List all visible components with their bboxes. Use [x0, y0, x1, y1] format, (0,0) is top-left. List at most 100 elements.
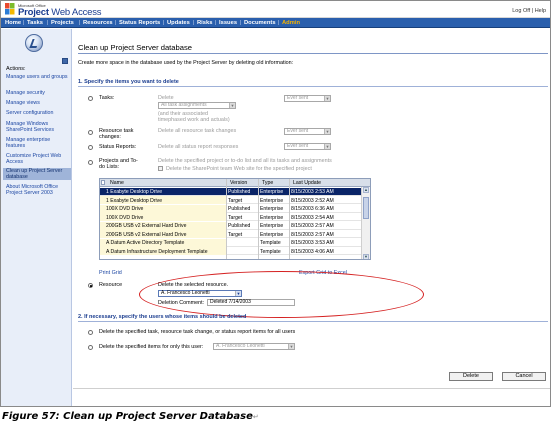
cell-version: Target: [228, 214, 243, 221]
resource-changes-label: Resource task changes:: [99, 128, 134, 140]
section-1-divider: [78, 86, 548, 87]
sidebar-item-clean-up-database[interactable]: Clean up Project Server database: [3, 168, 71, 180]
chevron-down-icon: ▼: [324, 96, 330, 101]
sidebar-item-about[interactable]: About Microsoft Office Project Server 20…: [6, 184, 68, 196]
nav-status-reports[interactable]: Status Reports: [119, 20, 160, 26]
grid-header-name[interactable]: Name: [110, 180, 124, 186]
sidebar-item-manage-sharepoint[interactable]: Manage Windows SharePoint Services: [6, 121, 68, 133]
nav-separator: |: [47, 19, 49, 26]
delete-sharepoint-site-label: Delete the SharePoint team Web site for …: [166, 166, 312, 172]
status-reports-label: Status Reports:: [99, 144, 137, 150]
intro-text: Create more space in the database used b…: [78, 60, 294, 66]
section-2-heading: 2. If necessary, specify the users whose…: [78, 314, 247, 320]
figure-caption: Figure 57: Clean up Project Server Datab…: [2, 411, 259, 422]
nav-separator: |: [193, 19, 195, 26]
table-row[interactable]: A Datum Active Directory Template Templa…: [100, 238, 362, 247]
sidebar-item-manage-views[interactable]: Manage views: [6, 100, 68, 106]
tasks-note: (and their associated timephased work an…: [158, 111, 230, 123]
cell-name: 100X DVD Drive: [106, 214, 144, 221]
grid-select-all-checkbox[interactable]: [101, 180, 105, 185]
sidebar-item-enterprise-features[interactable]: Manage enterprise features: [6, 137, 68, 149]
status-reports-desc: Delete all status report responses: [158, 144, 239, 150]
status-reports-ever-sent-select[interactable]: Ever sent ▼: [284, 143, 331, 150]
only-user-select[interactable]: A. Francesco Leonetti ▼: [213, 343, 295, 350]
cell-type: Enterprise: [260, 214, 284, 221]
table-row[interactable]: A Datum Infrastructure Deployment Templa…: [100, 247, 362, 256]
log-off-link[interactable]: Log Off: [512, 8, 530, 14]
cell-type: Enterprise: [260, 231, 284, 238]
help-link[interactable]: Help: [535, 8, 546, 14]
print-grid-link[interactable]: Print Grid: [99, 270, 122, 276]
brand-product: Web Access: [48, 7, 102, 18]
nav-admin[interactable]: Admin: [282, 20, 300, 26]
chevron-down-icon: ▼: [229, 103, 235, 108]
cell-type: Enterprise: [260, 223, 284, 229]
nav-risks[interactable]: Risks: [197, 20, 212, 26]
resource-radio[interactable]: [88, 283, 93, 288]
sidebar-item-server-configuration[interactable]: Server configuration: [6, 110, 68, 116]
cell-version: Target: [228, 231, 243, 238]
table-row[interactable]: 1 Exabyte Desktop Drive Published Enterp…: [100, 187, 362, 196]
only-user-label: Delete the specified items for only this…: [99, 344, 204, 350]
table-row[interactable]: 200GB USB v2 External Hard Drive Target …: [100, 230, 362, 239]
nav-projects[interactable]: Projects: [51, 20, 74, 26]
page-title: Clean up Project Server database: [78, 43, 192, 52]
resource-changes-radio[interactable]: [88, 130, 93, 135]
project-server-logo-icon: [25, 34, 43, 52]
nav-documents[interactable]: Documents: [244, 20, 276, 26]
cell-last-update: 8/15/2003 6:36 AM: [291, 206, 334, 212]
cell-name: 200GB USB v2 External Hard Drive: [106, 231, 187, 238]
nav-separator: |: [215, 19, 217, 26]
nav-issues[interactable]: Issues: [219, 20, 237, 26]
grid-header-version[interactable]: Version: [230, 180, 247, 186]
paragraph-mark: ↵: [252, 413, 259, 421]
only-user-radio[interactable]: [88, 345, 93, 350]
section-1-heading: 1. Specify the items you want to delete: [78, 79, 179, 85]
nav-home[interactable]: Home: [5, 20, 21, 26]
cell-type: Enterprise: [260, 197, 284, 204]
nav-separator: |: [163, 19, 165, 26]
grid-column-divider: [226, 179, 227, 259]
resource-label: Resource: [99, 282, 123, 288]
tasks-delete-label: Delete: [158, 95, 174, 101]
only-user-select-value: A. Francesco Leonetti: [216, 343, 265, 349]
nav-resources[interactable]: Resources: [83, 20, 113, 26]
cell-version: Published: [228, 223, 251, 229]
scroll-up-arrow-icon[interactable]: ▲: [363, 187, 369, 193]
table-row[interactable]: 100X DVD Drive Target Enterprise 8/15/20…: [100, 213, 362, 222]
table-row[interactable]: 200GB USB v2 External Hard Drive Publish…: [100, 221, 362, 230]
delete-button[interactable]: Delete: [449, 372, 493, 381]
cancel-button[interactable]: Cancel: [502, 372, 546, 381]
grid-scrollbar[interactable]: ▲ ▼: [361, 187, 370, 259]
nav-updates[interactable]: Updates: [167, 20, 190, 26]
tasks-ever-sent-select[interactable]: Ever sent ▼: [284, 95, 331, 102]
sidebar-item-manage-users[interactable]: Manage users and groups: [6, 74, 68, 80]
main-content: Clean up Project Server database Create …: [73, 29, 550, 406]
projects-radio[interactable]: [88, 160, 93, 165]
grid-header-last-update[interactable]: Last Update: [293, 180, 321, 186]
table-row[interactable]: 1 Exabyte Desktop Drive Target Enterpris…: [100, 196, 362, 205]
resource-changes-desc: Delete all resource task changes: [158, 128, 237, 134]
resource-changes-ever-sent-select[interactable]: Ever sent ▼: [284, 128, 331, 135]
all-users-radio[interactable]: [88, 330, 93, 335]
sidebar-item-customize-pwa[interactable]: Customize Project Web Access: [6, 153, 68, 165]
scroll-down-arrow-icon[interactable]: ▼: [363, 254, 369, 259]
tasks-radio[interactable]: [88, 96, 93, 101]
projects-grid[interactable]: Name Version Type Last Update 1 Exabyte …: [99, 178, 371, 260]
collapse-sidebar-button[interactable]: [62, 58, 68, 64]
screenshot-frame: Microsoft Office Project Web Access Log …: [0, 0, 551, 407]
logo-mark: [29, 39, 40, 48]
nav-separator: |: [23, 19, 25, 26]
sidebar-item-manage-security[interactable]: Manage security: [6, 90, 68, 96]
nav-tasks[interactable]: Tasks: [27, 20, 43, 26]
delete-sharepoint-site-checkbox[interactable]: [158, 166, 163, 171]
tasks-type-select[interactable]: All task assignments ▼: [158, 102, 236, 109]
table-row[interactable]: 100X DVD Drive Published Enterprise 8/15…: [100, 204, 362, 213]
projects-label: Projects and To-do Lists:: [99, 158, 138, 170]
grid-header-type[interactable]: Type: [262, 180, 273, 186]
sidebar-heading: Actions:: [6, 66, 26, 72]
cell-last-update: 8/15/2003 4:06 AM: [291, 248, 334, 255]
status-reports-radio[interactable]: [88, 145, 93, 150]
scrollbar-thumb[interactable]: [363, 197, 369, 219]
brand-main: Project: [18, 7, 49, 18]
